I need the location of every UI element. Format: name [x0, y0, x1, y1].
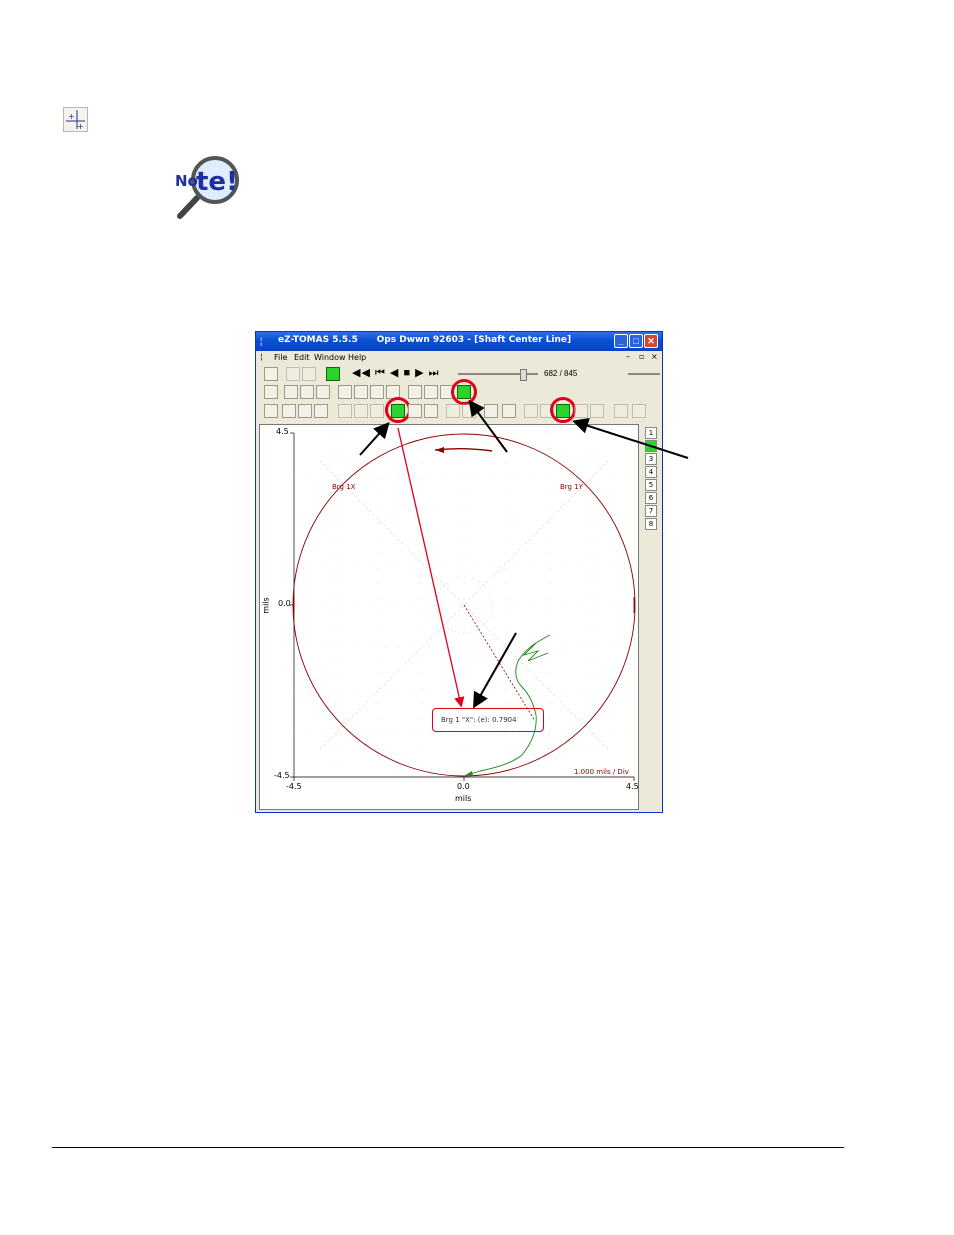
annotation-arrows	[359, 399, 689, 709]
footer-rule	[52, 1147, 844, 1148]
